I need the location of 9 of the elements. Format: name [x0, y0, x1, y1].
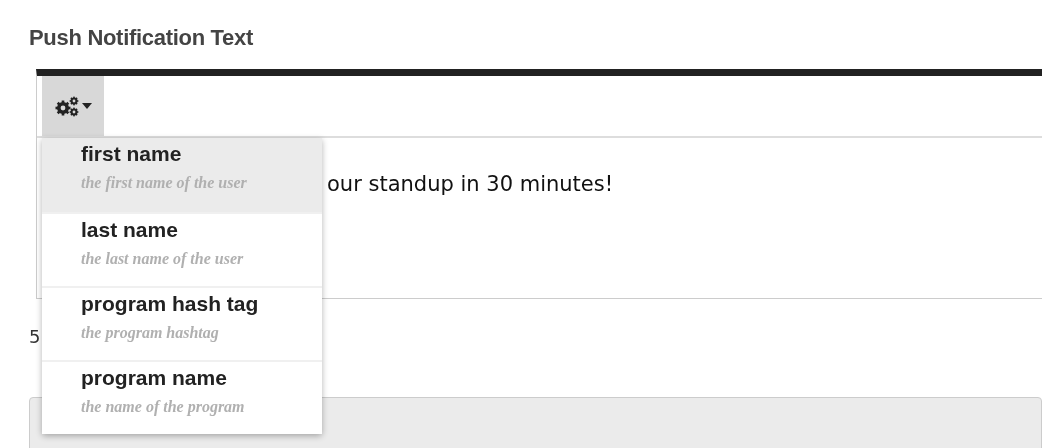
- section-heading: Push Notification Text: [29, 24, 254, 52]
- menu-item[interactable]: last name the last name of the user: [42, 212, 322, 286]
- caret-icon: [82, 103, 92, 109]
- menu-item[interactable]: program name the name of the program: [42, 360, 322, 434]
- placeholder-menu-button[interactable]: [42, 76, 104, 136]
- menu-item[interactable]: first name the first name of the user: [42, 138, 322, 212]
- notification-text: our standup in 30 minutes!: [327, 172, 614, 196]
- menu-item[interactable]: program hash tag the program hashtag: [42, 286, 322, 360]
- gears-icon: [54, 94, 80, 118]
